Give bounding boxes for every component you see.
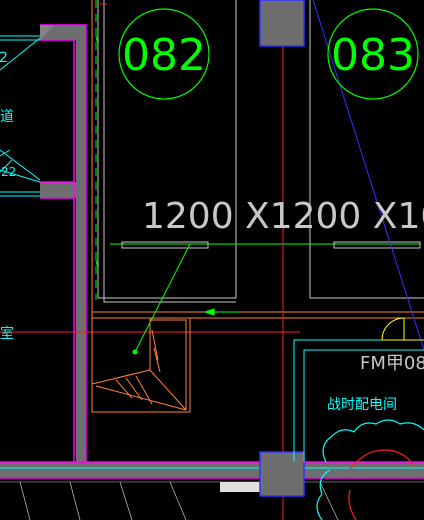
door-tag: FM甲08 [360,353,424,374]
stair-number-2: 2 [0,50,8,66]
dimension-label: 1200 X1200 X1000 [142,196,424,237]
cad-drawing-canvas[interactable]: 2 道 22 室 082 083 1200 X1200 X1 FM甲08 战时配… [0,0,424,520]
stair-number-22: 22 [1,165,16,179]
corridor-label-fragment: 道 [0,109,14,125]
room-name: 战时配电间 [327,397,397,413]
space-number-083: 083 [331,30,415,81]
space-number-082: 082 [122,30,206,81]
column-top [259,0,305,47]
column-bottom [259,451,305,497]
room-label-fragment: 室 [0,325,14,342]
